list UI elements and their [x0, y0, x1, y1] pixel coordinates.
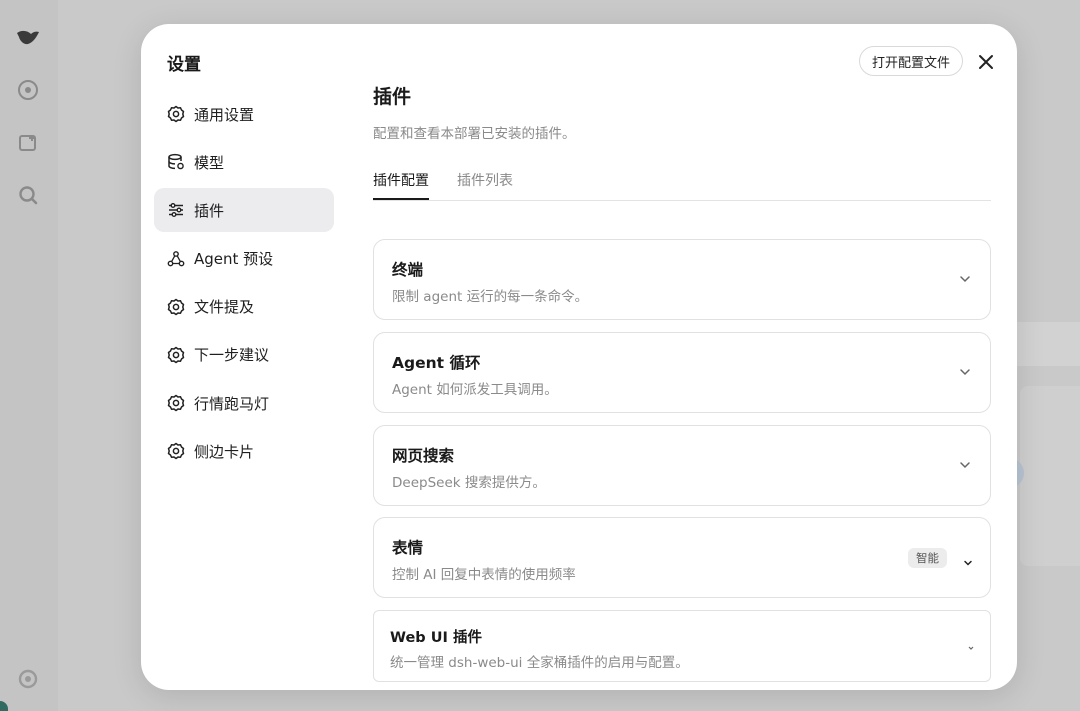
sidebar-item-label: 插件	[194, 201, 225, 220]
card-title: Agent 循环	[392, 354, 481, 372]
background-panel	[1020, 386, 1080, 566]
database-icon	[166, 152, 186, 172]
sidebar-item-label: 行情跑马灯	[194, 394, 270, 413]
gear-icon	[166, 441, 186, 461]
tab-plugin-config[interactable]: 插件配置	[373, 170, 429, 200]
background-card	[1010, 322, 1080, 366]
plugin-card-agent-loop[interactable]: Agent 循环 Agent 如何派发工具调用。	[373, 332, 991, 413]
mode-badge: 智能	[908, 548, 947, 568]
plugin-card-terminal[interactable]: 终端 限制 agent 运行的每一条命令。	[373, 239, 991, 320]
sidebar-item-side-cards[interactable]: 侧边卡片	[154, 429, 334, 473]
card-title: 终端	[392, 261, 424, 279]
modal-title: 设置	[167, 55, 201, 75]
gear-icon	[166, 345, 186, 365]
sidebar-item-label: 通用设置	[194, 105, 255, 124]
plugin-card-emoji[interactable]: 表情 控制 AI 回复中表情的使用频率 智能	[373, 517, 991, 598]
close-button[interactable]	[975, 51, 997, 73]
sidebar-item-models[interactable]: 模型	[154, 140, 334, 184]
chevron-down-icon	[968, 646, 974, 650]
sidebar-item-label: 模型	[194, 153, 225, 172]
sidebar-item-general[interactable]: 通用设置	[154, 92, 334, 136]
plugin-tabs: 插件配置 插件列表	[373, 162, 991, 201]
card-description: DeepSeek 搜索提供方。	[392, 475, 546, 491]
gear-icon	[166, 104, 186, 124]
settings-icon[interactable]	[15, 666, 41, 692]
chevron-down-icon	[960, 462, 970, 469]
sidebar-item-label: 侧边卡片	[194, 442, 255, 461]
card-title: 网页搜索	[392, 447, 455, 465]
agent-icon	[166, 249, 186, 269]
sidebar-item-label: Agent 预设	[194, 250, 274, 269]
open-config-button[interactable]: 打开配置文件	[859, 46, 964, 76]
card-description: 控制 AI 回复中表情的使用频率	[392, 567, 576, 583]
settings-sidebar: 通用设置 模型 插件 Agent 预设 文件提及 下一步建议 行情跑马灯 侧边卡…	[154, 92, 334, 478]
card-title: 表情	[392, 539, 424, 557]
gear-icon	[166, 393, 186, 413]
sidebar-item-agent-presets[interactable]: Agent 预设	[154, 237, 334, 281]
sliders-icon	[166, 200, 186, 220]
chevron-down-icon	[960, 369, 970, 376]
card-title: Web UI 插件	[390, 630, 482, 646]
folder-add-icon[interactable]	[15, 130, 41, 156]
plugins-panel: 插件 配置和查看本部署已安装的插件。 插件配置 插件列表 终端 限制 agent…	[373, 82, 991, 682]
plugin-card-web-ui[interactable]: Web UI 插件 统一管理 dsh-web-ui 全家桶插件的启用与配置。	[373, 610, 991, 682]
close-icon	[979, 55, 993, 69]
chevron-down-icon	[960, 276, 970, 283]
app-rail	[0, 0, 58, 711]
logo-icon	[15, 24, 41, 50]
plugin-card-web-search[interactable]: 网页搜索 DeepSeek 搜索提供方。	[373, 425, 991, 506]
card-description: 统一管理 dsh-web-ui 全家桶插件的启用与配置。	[390, 655, 689, 671]
sidebar-item-next-suggestions[interactable]: 下一步建议	[154, 333, 334, 377]
gear-icon	[166, 297, 186, 317]
chevron-down-icon	[964, 560, 972, 566]
page-subtitle: 配置和查看本部署已安装的插件。	[373, 126, 576, 142]
sidebar-item-ticker[interactable]: 行情跑马灯	[154, 381, 334, 425]
settings-modal: 设置 打开配置文件 通用设置 模型 插件 Agent 预设 文件提及 下一步建议…	[141, 24, 1017, 690]
circle-icon[interactable]	[15, 77, 41, 103]
sidebar-item-label: 下一步建议	[194, 346, 270, 365]
sidebar-item-file-mentions[interactable]: 文件提及	[154, 285, 334, 329]
card-description: 限制 agent 运行的每一条命令。	[392, 289, 589, 305]
sidebar-item-plugins[interactable]: 插件	[154, 188, 334, 233]
search-icon[interactable]	[15, 182, 41, 208]
card-description: Agent 如何派发工具调用。	[392, 382, 558, 398]
page-title: 插件	[373, 86, 412, 108]
tab-plugin-list[interactable]: 插件列表	[457, 170, 513, 200]
sidebar-item-label: 文件提及	[194, 298, 255, 317]
